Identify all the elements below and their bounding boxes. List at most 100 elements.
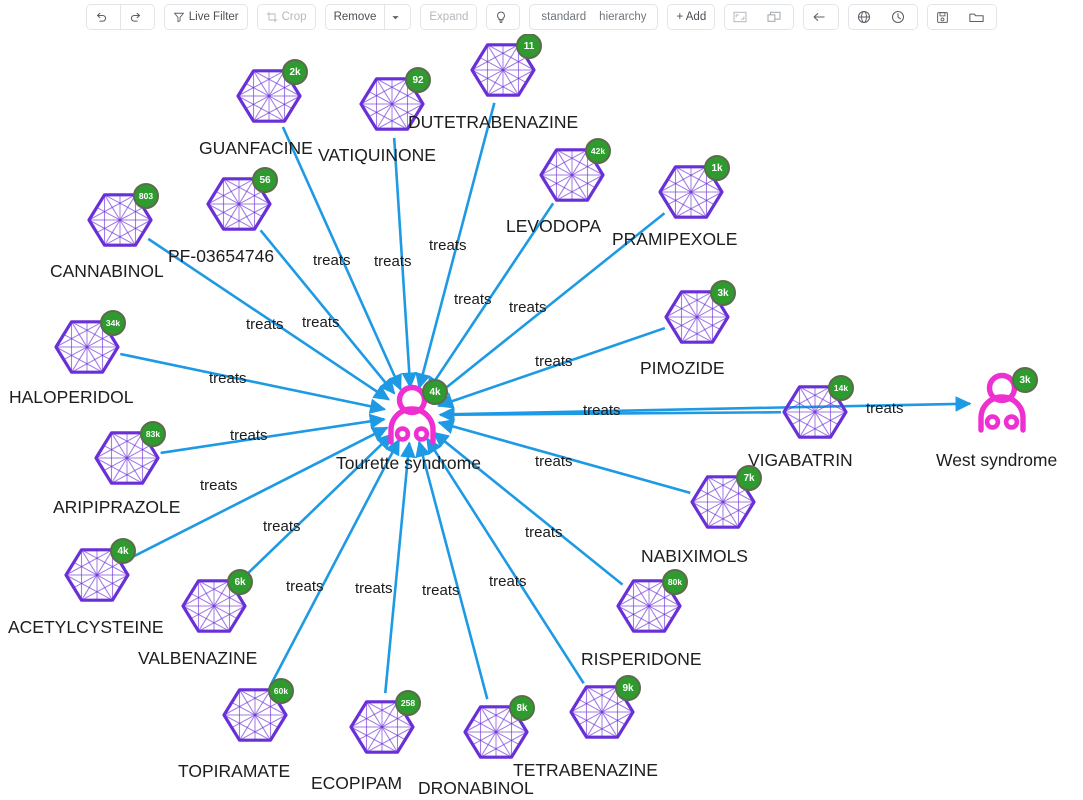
screenshot-button[interactable]: [759, 5, 794, 29]
redo-button[interactable]: [119, 5, 154, 29]
graph-edge[interactable]: [120, 352, 387, 414]
node-count-badge: 4k: [110, 538, 136, 564]
live-filter-group: Live Filter: [163, 4, 248, 30]
hexagon-icon: 9k: [565, 675, 641, 746]
globe-button[interactable]: [849, 5, 884, 29]
graph-node-drug[interactable]: 11: [466, 33, 542, 104]
edge-label: treats: [286, 578, 324, 595]
expand-button[interactable]: Expand: [421, 5, 477, 29]
node-count-badge: 92: [405, 67, 431, 93]
node-count-badge: 9k: [615, 675, 641, 701]
save-icon: [936, 11, 949, 24]
disease-person-icon: 3k: [974, 367, 1038, 434]
center-node-label: Tourette syndrome: [336, 453, 481, 473]
target-node-label: West syndrome: [936, 450, 1058, 470]
toolbar: Live Filter Crop Remove Expand standard …: [0, 0, 1083, 34]
node-label: NABIXIMOLS: [641, 546, 748, 566]
edge-label: treats: [866, 400, 904, 417]
hexagon-icon: 34k: [50, 310, 126, 381]
edge-label: treats: [230, 427, 268, 444]
live-filter-button[interactable]: Live Filter: [164, 5, 247, 29]
graph-node-drug[interactable]: 258: [345, 690, 421, 761]
lightbulb-button[interactable]: [487, 5, 520, 29]
undo-button[interactable]: [86, 5, 120, 29]
layout-option-hierarchy[interactable]: hierarchy: [599, 11, 646, 23]
remove-group: Remove: [324, 4, 412, 30]
add-label: + Add: [676, 11, 707, 23]
edge-label: treats: [355, 580, 393, 597]
node-label: CANNABINOL: [50, 261, 164, 281]
node-count-badge: 83k: [140, 421, 166, 447]
graph-node-disease-center[interactable]: 4k: [384, 379, 448, 446]
graph-node-drug[interactable]: 3k: [660, 280, 736, 351]
node-count-badge: 42k: [585, 138, 611, 164]
graph-canvas[interactable]: 2k GUANFACINE 92 VATIQUINONE 11 DUTETRABENAZI…: [0, 33, 1083, 800]
hexagon-icon: 60k: [218, 678, 294, 749]
node-count-badge: 1k: [704, 155, 730, 181]
live-filter-label: Live Filter: [188, 11, 239, 23]
node-count-badge: 8k: [509, 695, 535, 721]
node-label: RISPERIDONE: [581, 649, 702, 669]
edge-label: treats: [246, 316, 284, 333]
edge-label: treats: [422, 582, 460, 599]
undo-icon: [95, 11, 108, 24]
save-button[interactable]: [928, 5, 962, 29]
edge-label: treats: [313, 252, 351, 269]
graph-node-drug[interactable]: 7k: [686, 465, 762, 536]
crop-group: Crop: [256, 4, 316, 30]
graph-node-drug[interactable]: 34k: [50, 310, 126, 381]
graph-node-drug[interactable]: 60k: [218, 678, 294, 749]
layout-option-standard[interactable]: standard: [541, 11, 586, 23]
expand-label: Expand: [429, 11, 469, 23]
node-count-badge: 6k: [227, 569, 253, 595]
node-count-badge: 3k: [710, 280, 736, 306]
expand-group: Expand: [420, 4, 478, 30]
node-label: DRONABINOL: [418, 778, 534, 798]
hexagon-icon: 80k: [612, 569, 688, 640]
graph-node-disease-target[interactable]: 3k: [974, 367, 1038, 434]
node-label: ACETYLCYSTEINE: [8, 617, 164, 637]
lightbulb-icon: [495, 11, 507, 24]
back-button[interactable]: [804, 5, 839, 29]
node-label: DUTETRABENAZINE: [408, 112, 579, 132]
remove-button[interactable]: Remove: [325, 5, 385, 29]
crop-icon: [266, 11, 278, 23]
graph-node-drug[interactable]: 83k: [90, 421, 166, 492]
node-count-badge: 803: [133, 183, 159, 209]
graph-node-drug[interactable]: 4k: [60, 538, 136, 609]
fit-to-screen-button[interactable]: [725, 5, 760, 29]
hexagon-icon: 3k: [660, 280, 736, 351]
redo-icon: [129, 11, 142, 24]
hexagon-icon: 8k: [459, 695, 535, 766]
edge-label: treats: [525, 524, 563, 541]
graph-node-drug[interactable]: 1k: [654, 155, 730, 226]
graph-node-drug[interactable]: 2k: [232, 59, 308, 130]
history-button[interactable]: [883, 5, 918, 29]
graph-node-drug[interactable]: 42k: [535, 138, 611, 209]
crop-button[interactable]: Crop: [257, 5, 315, 29]
add-button[interactable]: + Add: [668, 5, 715, 29]
node-label: PRAMIPEXOLE: [612, 229, 738, 249]
graph-edge[interactable]: [160, 413, 386, 455]
hexagon-icon: 11: [466, 33, 542, 104]
edge-label: treats: [302, 314, 340, 331]
view-tools-group: [724, 4, 795, 30]
edge-label: treats: [209, 370, 247, 387]
hexagon-icon: 14k: [778, 375, 854, 446]
node-count-badge: 3k: [1012, 367, 1038, 393]
open-button[interactable]: [961, 5, 997, 29]
insight-group: [486, 4, 521, 30]
remove-dropdown-button[interactable]: [384, 5, 411, 29]
graph-edge[interactable]: [383, 441, 416, 694]
arrow-left-icon: [812, 11, 826, 23]
graph-node-drug[interactable]: 80k: [612, 569, 688, 640]
node-label: PIMOZIDE: [640, 358, 725, 378]
node-count-badge: 2k: [282, 59, 308, 85]
graph-node-drug[interactable]: 803: [83, 183, 159, 254]
edge-label: treats: [263, 518, 301, 535]
graph-node-drug[interactable]: 9k: [565, 675, 641, 746]
graph-node-drug[interactable]: 8k: [459, 695, 535, 766]
graph-node-drug[interactable]: 56: [202, 167, 278, 238]
graph-node-drug[interactable]: 14k: [778, 375, 854, 446]
graph-node-drug[interactable]: 6k: [177, 569, 253, 640]
